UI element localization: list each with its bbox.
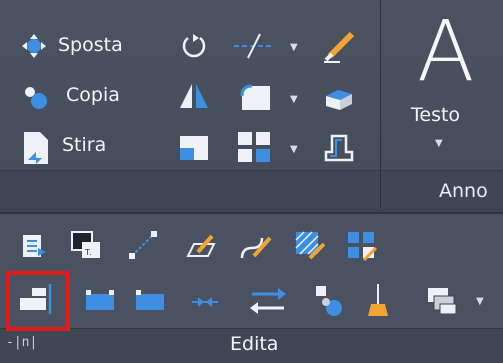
- text-dropdown-arrow[interactable]: ▼: [435, 138, 443, 149]
- block-editor-icon[interactable]: T.: [70, 230, 102, 260]
- break-at-point-icon[interactable]: [84, 288, 116, 314]
- edit-panel-pin-icon[interactable]: -|n|: [6, 335, 37, 350]
- edit-hatch-icon[interactable]: [294, 230, 326, 262]
- modify-panel: Sposta ▼ Copia ▼ Stira ▼: [0, 0, 381, 209]
- overkill-broom-icon[interactable]: [366, 282, 390, 318]
- blend-curves-icon[interactable]: [314, 284, 344, 318]
- copy-icon[interactable]: [20, 82, 50, 112]
- scale-icon[interactable]: [178, 134, 210, 162]
- edit-array-icon[interactable]: [346, 230, 378, 262]
- array-icon[interactable]: [236, 130, 272, 164]
- join-icon[interactable]: [190, 292, 220, 312]
- stretch-icon[interactable]: [22, 130, 50, 166]
- annotation-panel: A Testo ▼ Anno: [381, 0, 503, 209]
- offset-icon[interactable]: [322, 130, 356, 164]
- move-label[interactable]: Sposta: [58, 34, 123, 56]
- break-icon[interactable]: [134, 288, 166, 314]
- edit-spline-icon[interactable]: [238, 232, 274, 262]
- erase-icon[interactable]: [322, 28, 358, 64]
- trim-icon[interactable]: [234, 32, 274, 60]
- svg-text:T.: T.: [84, 248, 91, 257]
- edit-panel-title-bar[interactable]: -|n| Edita: [0, 328, 503, 363]
- trim-dropdown-arrow[interactable]: ▼: [290, 42, 298, 53]
- text-large-icon[interactable]: A: [417, 6, 474, 96]
- text-label[interactable]: Testo: [411, 104, 460, 126]
- edit-panel-title[interactable]: Edita: [230, 333, 278, 355]
- reverse-icon[interactable]: [248, 284, 288, 318]
- edit-panel: T. ▼ -|n| Edita: [0, 212, 503, 363]
- draw-order-dropdown-arrow[interactable]: ▼: [476, 296, 484, 307]
- mirror-icon[interactable]: [178, 82, 210, 110]
- draw-order-icon[interactable]: [426, 286, 458, 316]
- move-icon[interactable]: [20, 32, 48, 60]
- stretch-label[interactable]: Stira: [62, 134, 106, 156]
- modify-panel-title-bar[interactable]: [0, 170, 380, 209]
- fillet-dropdown-arrow[interactable]: ▼: [290, 94, 298, 105]
- highlight-frame: [6, 271, 70, 331]
- copy-label[interactable]: Copia: [66, 84, 120, 106]
- rotate-icon[interactable]: [178, 30, 210, 62]
- edit-table-icon[interactable]: [20, 232, 48, 260]
- line-segment-icon[interactable]: [128, 230, 158, 260]
- array-dropdown-arrow[interactable]: ▼: [290, 144, 298, 155]
- edit-polyline-icon[interactable]: [184, 232, 220, 260]
- array-3d-icon[interactable]: [322, 82, 356, 112]
- annotation-panel-title[interactable]: Anno: [439, 180, 488, 202]
- fillet-icon[interactable]: [238, 82, 272, 112]
